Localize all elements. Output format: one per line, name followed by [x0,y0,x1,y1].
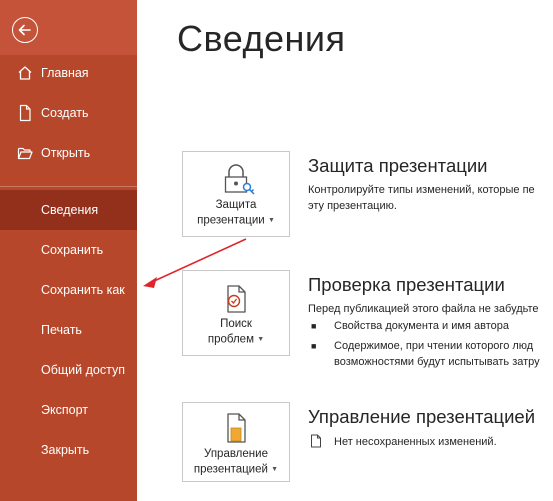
tile-label: Управление презентацией ▼ [183,447,289,478]
chevron-down-icon: ▼ [271,466,279,473]
sidebar-item-label: Общий доступ [41,363,125,377]
tile-label-line1: Управление [204,448,268,460]
sidebar-item-share[interactable]: Общий доступ [0,350,137,390]
sidebar-item-label: Сведения [41,203,99,217]
protect-description-line1: Контролируйте типы изменений, которые пе [308,184,535,196]
sidebar-item-home[interactable]: Главная [0,53,137,93]
tile-label-line1: Поиск [220,318,252,330]
sidebar-item-label: Экспорт [41,403,88,417]
sidebar-item-open[interactable]: Открыть [0,133,137,173]
chevron-down-icon: ▼ [267,217,275,224]
backstage-sidebar: Главная Создать Открыть Сведения Сохрани… [0,0,137,501]
document-icon [311,434,321,448]
sidebar-item-label: Закрыть [41,443,90,457]
inspect-description: Перед публикацией этого файла не забудьт… [308,303,539,315]
tile-label: Защита презентации ▼ [183,198,289,229]
bullet: ■ [311,341,317,351]
inspect-document-icon [227,285,246,313]
inspect-bullet-2-line1: Содержимое, при чтении которого люд [334,340,534,352]
inspect-section-title: Проверка презентации [308,274,505,295]
protect-description-line2: эту презентацию. [308,200,397,212]
page-title: Сведения [177,18,346,59]
manage-section-title: Управление презентацией [308,406,536,427]
chevron-down-icon: ▼ [257,336,265,343]
protect-presentation-button[interactable]: Защита презентации ▼ [182,151,290,237]
back-area [0,0,137,55]
tile-label-line1: Защита [215,199,257,211]
back-arrow-icon [18,24,31,36]
sidebar-item-label: Открыть [41,146,91,160]
manage-presentation-button[interactable]: Управление презентацией ▼ [182,402,290,482]
sidebar-item-label: Сохранить как [41,283,125,297]
new-file-icon [19,104,31,122]
tile-label-line2: презентации [197,214,265,227]
sidebar-item-label: Печать [41,323,82,337]
check-issues-button[interactable]: Поиск проблем ▼ [182,270,290,356]
sidebar-divider [0,186,137,187]
tile-label-line2: проблем [207,333,254,346]
sidebar-item-info[interactable]: Сведения [0,190,137,230]
folder-open-icon [17,147,33,160]
sidebar-item-label: Главная [41,66,89,80]
sidebar-item-save-as[interactable]: Сохранить как [0,270,137,310]
sidebar-item-label: Сохранить [41,243,104,257]
sidebar-item-new[interactable]: Создать [0,93,137,133]
protect-section-title: Защита презентации [308,155,488,176]
tile-label: Поиск проблем ▼ [183,317,289,348]
back-button[interactable] [12,17,38,43]
sidebar-item-export[interactable]: Экспорт [0,390,137,430]
manage-status-text: Нет несохраненных изменений. [334,436,497,448]
sidebar-item-save[interactable]: Сохранить [0,230,137,270]
sidebar-item-label: Создать [41,106,89,120]
sidebar-item-print[interactable]: Печать [0,310,137,350]
tile-label-line2: презентацией [193,463,268,476]
sidebar-item-close[interactable]: Закрыть [0,430,137,470]
inspect-bullet-1: Свойства документа и имя автора [334,320,509,332]
bullet: ■ [311,321,317,331]
lock-icon [224,164,255,195]
home-icon [18,66,32,80]
manage-document-icon [227,413,246,443]
inspect-bullet-2-line2: возможностями будут испытывать затру [334,356,540,368]
